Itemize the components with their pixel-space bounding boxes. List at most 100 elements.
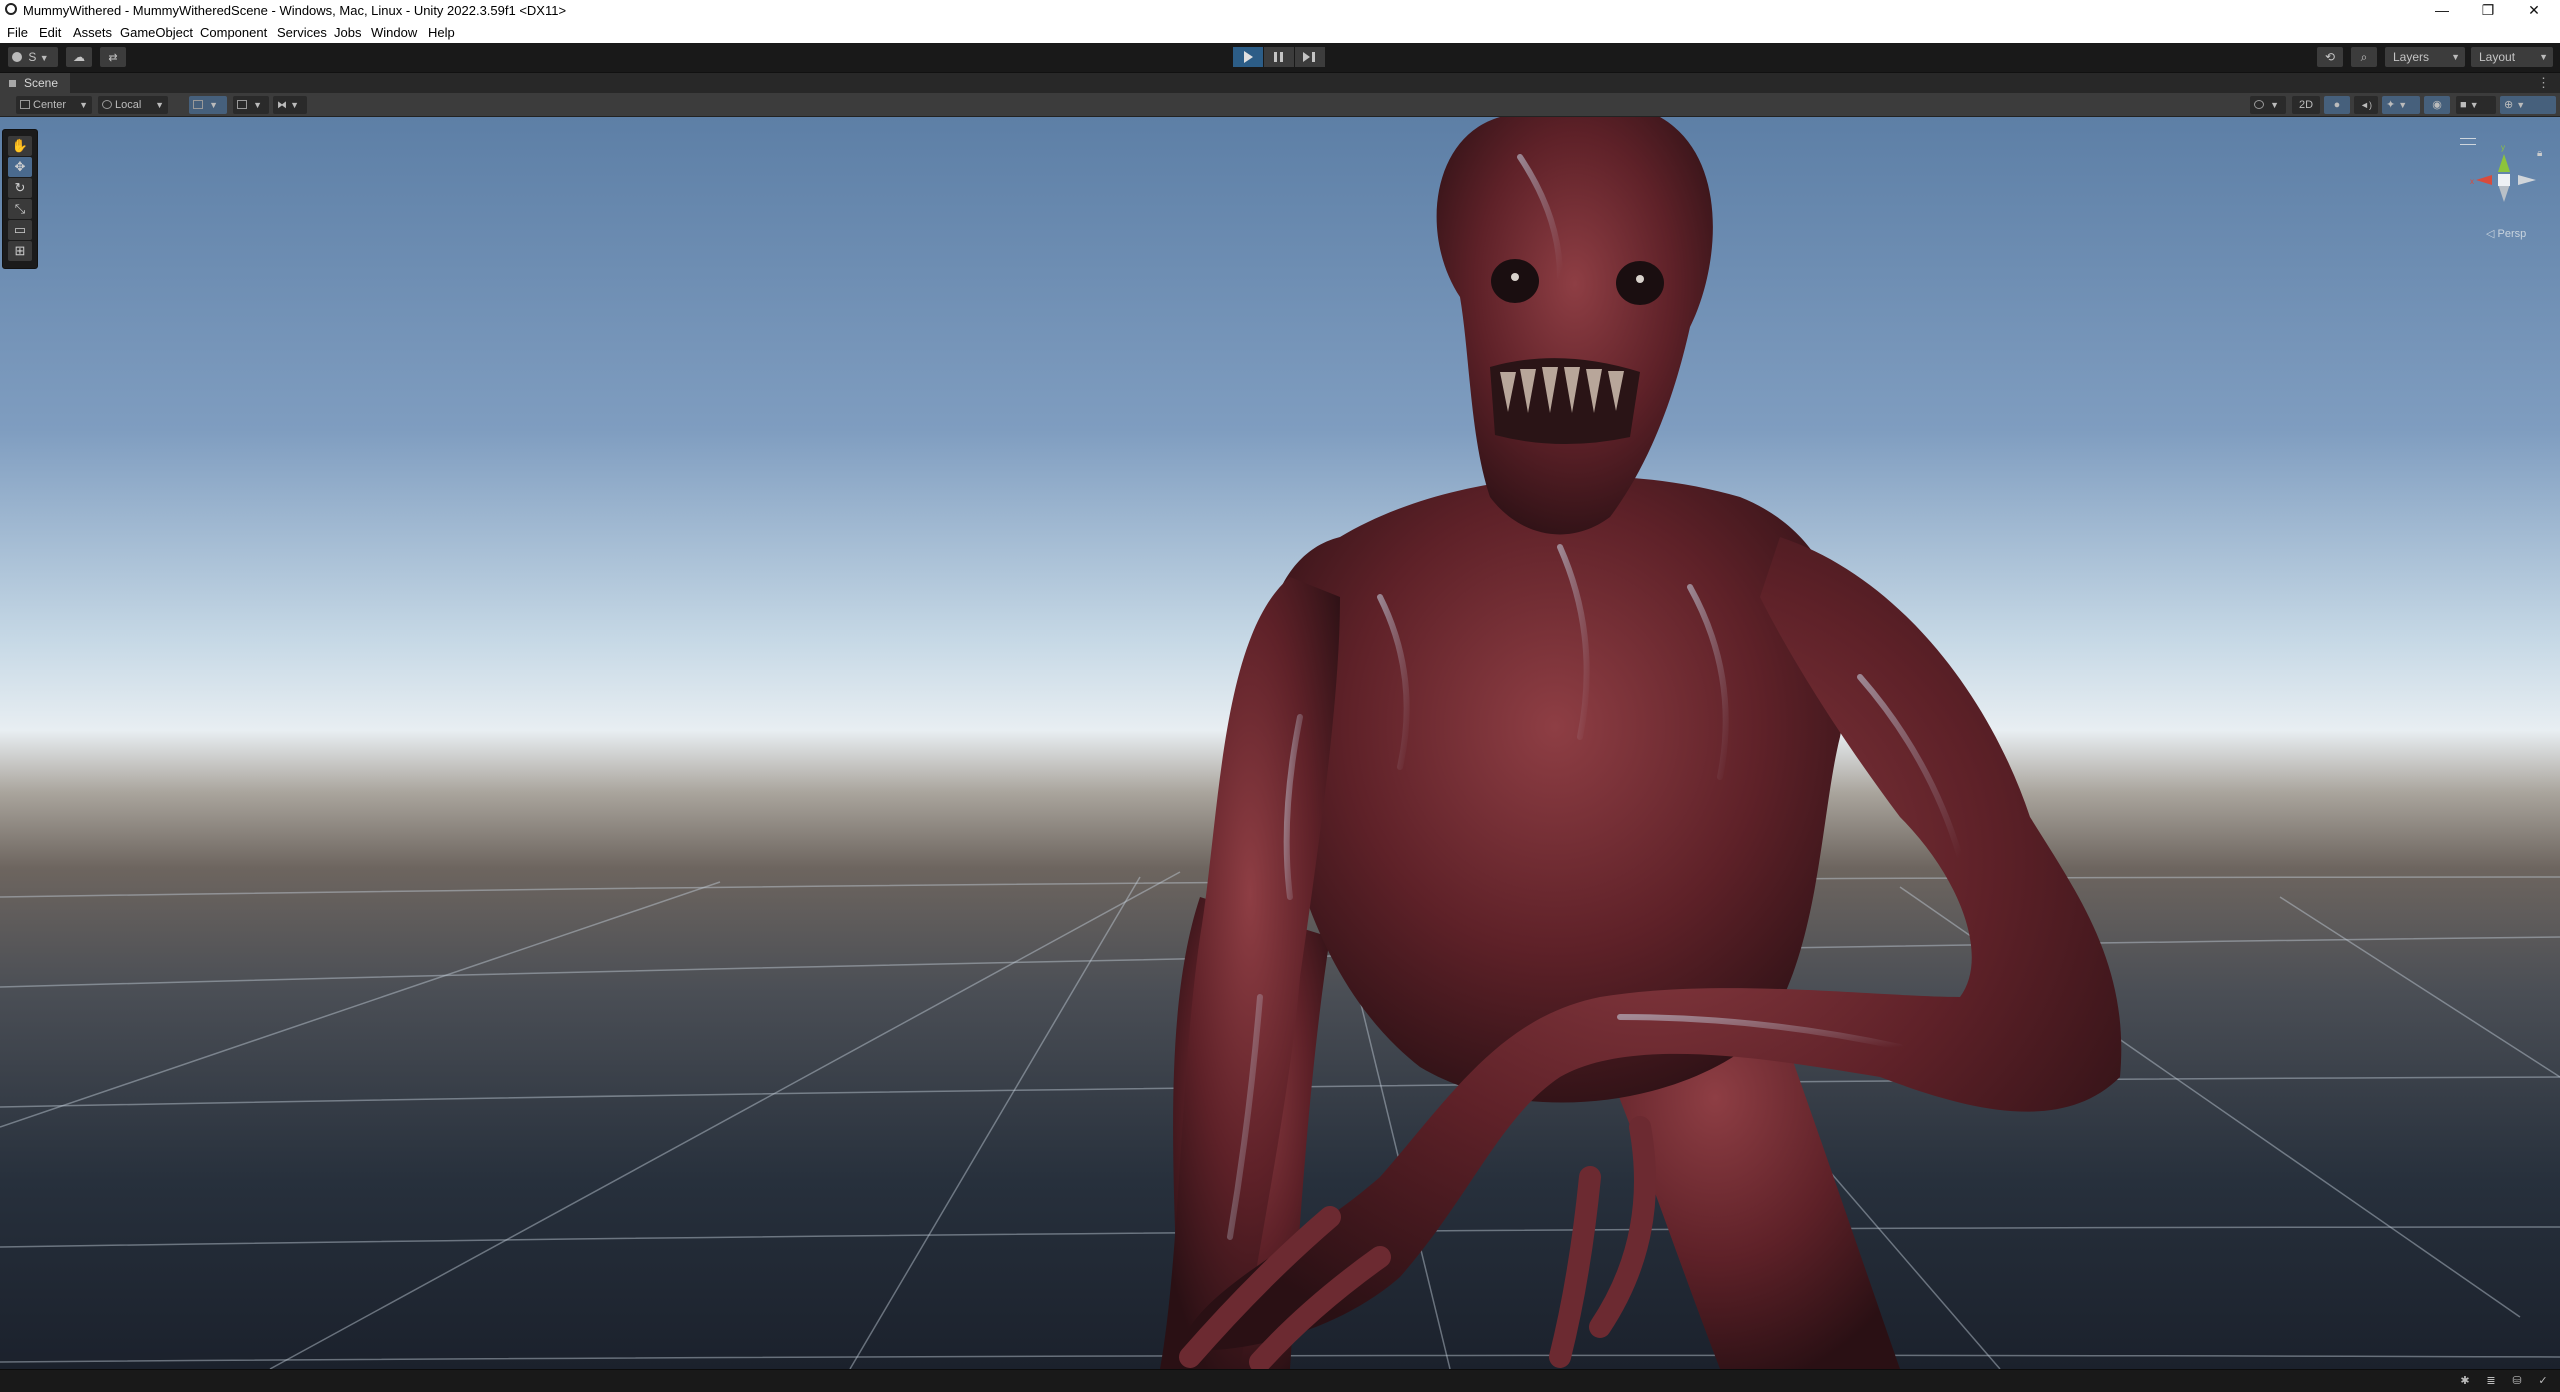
more-options-icon[interactable]: ⋮	[2537, 75, 2550, 91]
increment-snap-dropdown[interactable]: ⧓ ▼	[273, 96, 307, 114]
chevron-down-icon: ▼	[253, 100, 262, 110]
grid-settings-dropdown[interactable]: ▼	[233, 96, 269, 114]
check-icon[interactable]: ✓	[2536, 1375, 2550, 1387]
menu-component[interactable]: Component	[200, 25, 267, 40]
toggle-2d-button[interactable]: 2D	[2292, 96, 2320, 114]
rotate-tool-button[interactable]: ↻	[8, 178, 32, 198]
effects-icon: ✦	[2386, 99, 2396, 111]
step-button[interactable]	[1295, 47, 1325, 67]
hand-icon: ✋	[11, 138, 29, 153]
menu-help[interactable]: Help	[428, 25, 455, 40]
move-tool-button[interactable]: ✥	[8, 157, 32, 177]
layers-label: Layers	[2393, 50, 2430, 64]
transform-tool-button[interactable]: ⊞	[8, 241, 32, 261]
chevron-down-icon: ▼	[290, 100, 299, 110]
pivot-mode-label: Center	[33, 99, 67, 111]
move-icon: ✥	[14, 159, 26, 174]
pivot-mode-dropdown[interactable]: Center ▼	[16, 96, 92, 114]
eye-slash-icon: ◉	[2432, 99, 2442, 111]
chevron-down-icon: ▼	[2270, 100, 2279, 110]
pause-button[interactable]	[1264, 47, 1294, 67]
account-icon	[12, 52, 22, 62]
status-bar: ✱ ≣ ⛁ ✓	[0, 1369, 2560, 1392]
bug-icon[interactable]: ✱	[2458, 1375, 2472, 1387]
svg-text:x: x	[2470, 177, 2474, 186]
menu-window[interactable]: Window	[371, 25, 417, 40]
main-toolbar: S ▼ ☁ ⇄ ⟲ ⌕ Layers ▼ Layout ▼	[0, 43, 2560, 72]
scene-tab-bar: Scene ⋮	[0, 72, 2560, 93]
menu-edit[interactable]: Edit	[39, 25, 61, 40]
menu-assets[interactable]: Assets	[73, 25, 112, 40]
audio-toggle[interactable]: ◄)	[2354, 96, 2378, 114]
chevron-down-icon: ▼	[155, 100, 164, 110]
projection-label[interactable]: ◁ Persp	[2486, 227, 2526, 240]
grid-icon	[193, 100, 203, 109]
minimize-button[interactable]: —	[2419, 0, 2465, 21]
transform-icon: ⊞	[14, 243, 26, 258]
axis-gizmo-icon: x y	[2470, 143, 2536, 202]
window-title: MummyWithered - MummyWitheredScene - Win…	[23, 3, 567, 18]
gizmos-dropdown[interactable]: ⊕ ▼	[2500, 96, 2556, 114]
grid-plane-icon	[237, 100, 247, 109]
undo-history-button[interactable]: ⟲	[2317, 47, 2343, 67]
maximize-button[interactable]: ❐	[2465, 0, 2511, 21]
menu-jobs[interactable]: Jobs	[334, 25, 361, 40]
scene-visibility-toggle[interactable]: ◉	[2424, 96, 2450, 114]
unity-logo-icon	[5, 3, 17, 15]
layers-dropdown[interactable]: Layers ▼	[2385, 47, 2465, 67]
cloud-button[interactable]: ☁	[66, 47, 92, 67]
chevron-down-icon: ▼	[2469, 100, 2479, 110]
menu-file[interactable]: File	[7, 25, 28, 40]
effects-dropdown[interactable]: ✦ ▼	[2382, 96, 2420, 114]
close-button[interactable]: ✕	[2511, 0, 2557, 21]
hand-tool-button[interactable]: ✋	[8, 136, 32, 156]
chevron-down-icon: ▼	[209, 100, 218, 110]
history-icon: ⟲	[2324, 50, 2336, 64]
chevron-down-icon: ▼	[2451, 52, 2460, 62]
shaded-icon	[2254, 100, 2264, 109]
scene-icon	[9, 80, 16, 87]
svg-text:y: y	[2501, 143, 2505, 152]
tab-scene[interactable]: Scene	[0, 73, 70, 93]
draw-mode-dropdown[interactable]: ▼	[2250, 96, 2286, 114]
account-label: S	[28, 50, 37, 64]
layers-icon[interactable]: ≣	[2484, 1375, 2498, 1387]
collab-icon: ⇄	[108, 52, 118, 64]
scene-render	[0, 117, 2560, 1369]
layout-label: Layout	[2479, 50, 2516, 64]
tool-palette: ✋ ✥ ↻ ⤡ ▭ ⊞	[2, 129, 38, 269]
chevron-down-icon: ▼	[2398, 100, 2408, 110]
camera-icon: ■	[2460, 99, 2467, 111]
collab-button[interactable]: ⇄	[100, 47, 126, 67]
cloud-icon: ☁	[73, 50, 85, 64]
menu-gameobject[interactable]: GameObject	[120, 25, 193, 40]
pivot-rotation-dropdown[interactable]: Local ▼	[98, 96, 168, 114]
lightbulb-icon: ●	[2333, 99, 2341, 111]
chevron-down-icon: ▼	[39, 53, 49, 63]
rect-tool-button[interactable]: ▭	[8, 220, 32, 240]
play-button[interactable]	[1233, 47, 1263, 67]
window-titlebar: MummyWithered - MummyWitheredScene - Win…	[0, 0, 2560, 21]
account-button[interactable]: S ▼	[8, 47, 58, 67]
pivot-rotation-label: Local	[115, 99, 142, 111]
menu-services[interactable]: Services	[277, 25, 327, 40]
scene-toolbar: Center ▼ Local ▼ ▼ ▼ ⧓ ▼ ▼ 2D ● ◄) ✦ ▼ ◉…	[0, 93, 2560, 117]
creature-model	[1160, 117, 2122, 1369]
playmode-controls	[1233, 47, 1325, 67]
camera-settings-dropdown[interactable]: ■ ▼	[2456, 96, 2496, 114]
speaker-icon: ◄)	[2360, 100, 2372, 110]
cache-icon[interactable]: ⛁	[2510, 1375, 2524, 1387]
chevron-down-icon: ▼	[2516, 100, 2526, 110]
scene-viewport[interactable]: ✋ ✥ ↻ ⤡ ▭ ⊞ 🔒︎ x y ◁ Persp	[0, 117, 2560, 1369]
scale-tool-button[interactable]: ⤡	[8, 199, 32, 219]
grid-snapping-dropdown[interactable]: ▼	[189, 96, 227, 114]
scale-icon: ⤡	[14, 201, 26, 216]
orientation-gizmo[interactable]: 🔒︎ x y ◁ Persp	[2452, 132, 2556, 242]
search-button[interactable]: ⌕	[2351, 47, 2377, 67]
lighting-toggle[interactable]: ●	[2324, 96, 2350, 114]
layout-dropdown[interactable]: Layout ▼	[2471, 47, 2553, 67]
persp-label: Persp	[2497, 228, 2527, 240]
snap-icon: ⧓	[277, 100, 287, 111]
rotate-icon: ↻	[14, 180, 26, 195]
rect-icon: ▭	[13, 222, 27, 237]
